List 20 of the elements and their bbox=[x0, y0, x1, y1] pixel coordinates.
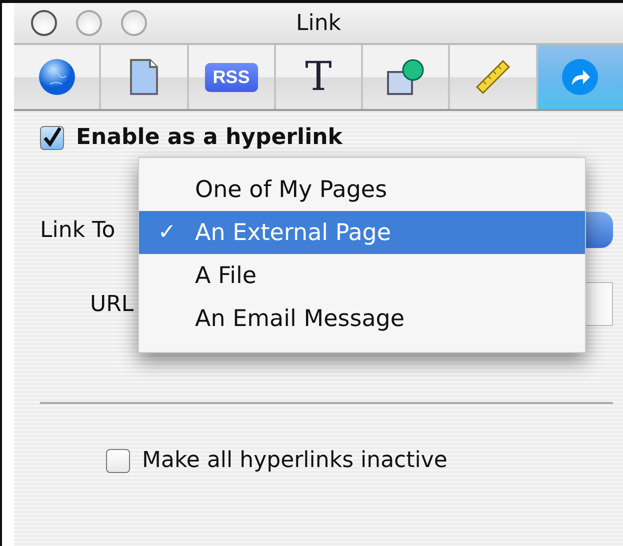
menu-item[interactable]: ✓ An External Page bbox=[139, 211, 585, 254]
rss-label: RSS bbox=[204, 62, 258, 92]
menu-item[interactable]: An Email Message bbox=[139, 297, 585, 340]
field-label: URL bbox=[90, 292, 134, 316]
toolbar-tab[interactable]: T bbox=[276, 45, 364, 109]
menu-item[interactable]: One of My Pages bbox=[139, 168, 585, 211]
text-label: T bbox=[305, 54, 332, 100]
shapes-icon bbox=[386, 58, 426, 96]
checkbox-label: Enable as a hyperlink bbox=[76, 125, 342, 150]
checkbox-label: Make all hyperlinks inactive bbox=[142, 448, 448, 473]
globe-icon bbox=[38, 58, 76, 96]
checkbox[interactable] bbox=[106, 448, 130, 472]
document-icon bbox=[128, 58, 159, 96]
menu-item[interactable]: A File bbox=[139, 254, 585, 297]
check-mark: ✓ bbox=[156, 220, 178, 245]
toolbar-tab[interactable]: RSS bbox=[188, 45, 276, 109]
close-button[interactable] bbox=[31, 10, 57, 36]
field-label: Link To bbox=[40, 218, 116, 242]
checkbox[interactable] bbox=[40, 126, 64, 150]
window-title: Link bbox=[296, 10, 342, 36]
